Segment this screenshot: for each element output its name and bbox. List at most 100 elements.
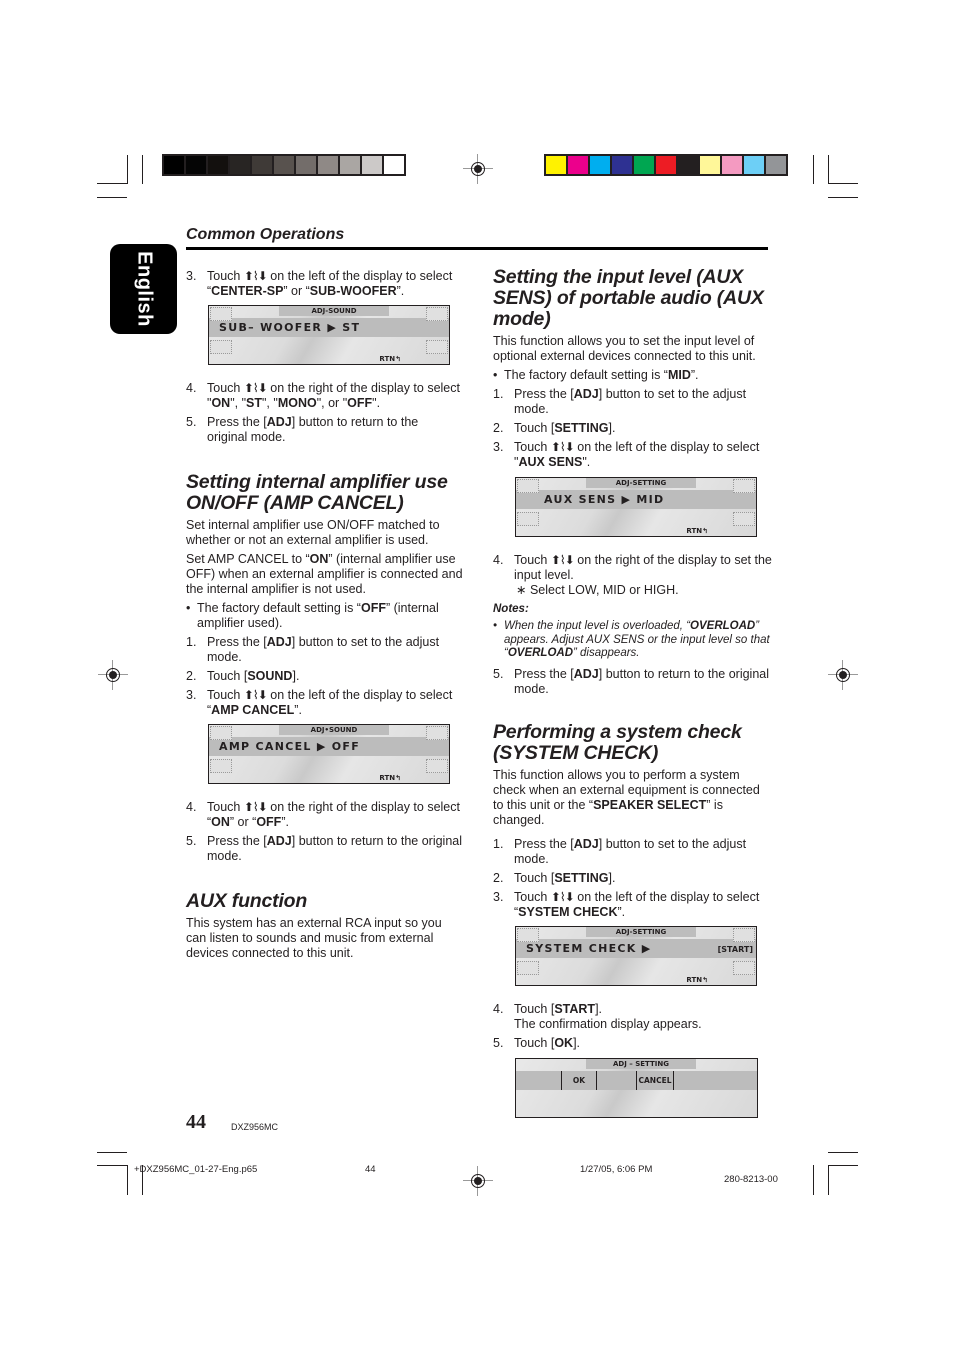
color-swatch bbox=[634, 156, 654, 174]
step: 2. Touch [SETTING]. bbox=[493, 871, 616, 885]
step-5-return: 5. Press the [ADJ] button to return to th… bbox=[186, 415, 419, 444]
color-swatch bbox=[568, 156, 588, 174]
heading-aux-sens: Setting the input level (AUX SENS) of po… bbox=[493, 266, 764, 330]
touch-up-scroll-down-icon: ⬆⌇⬇ bbox=[550, 553, 575, 567]
color-swatch bbox=[362, 156, 382, 174]
color-swatch bbox=[612, 156, 632, 174]
lcd-main-text: AMP CANCEL ▶ OFF bbox=[219, 740, 361, 753]
lcd-display-amp-cancel: ADJ•SOUND AMP CANCEL ▶ OFF RTN↰ bbox=[208, 724, 450, 784]
step: 3. Touch ⬆⌇⬇ on the left of the display t… bbox=[493, 440, 760, 469]
color-swatch bbox=[384, 156, 404, 174]
heading-aux-function: AUX function bbox=[186, 890, 308, 912]
lcd-return-button[interactable]: RTN↰ bbox=[379, 355, 401, 363]
amp-cancel-section: Setting internal amplifier use ON/OFF (A… bbox=[186, 472, 464, 718]
crop-mark bbox=[828, 1152, 858, 1153]
crop-mark bbox=[828, 155, 829, 184]
left-steps-after-lcd1: 4. Touch ⬆⌇⬇ on the right of the display … bbox=[186, 381, 461, 445]
paragraph: Set AMP CANCEL to “ON” (internal amplifi… bbox=[186, 552, 463, 596]
color-swatch bbox=[766, 156, 786, 174]
notes-title: Notes: bbox=[493, 603, 529, 615]
heading-amp-cancel: Setting internal amplifier use ON/OFF (A… bbox=[186, 471, 448, 514]
aux-sens-section: Setting the input level (AUX SENS) of po… bbox=[493, 267, 773, 470]
color-swatch bbox=[318, 156, 338, 174]
color-swatch bbox=[252, 156, 272, 174]
step-3-speaker: 3. Touch ⬆⌇⬇ on the left of the display t… bbox=[186, 269, 453, 298]
lcd-main-text: AUX SENS ▶ MID bbox=[544, 493, 665, 506]
color-swatch bbox=[656, 156, 676, 174]
heading-system-check: Performing a system check (SYSTEM CHECK) bbox=[493, 721, 742, 764]
model-name: DXZ956MC bbox=[231, 1122, 279, 1132]
lcd-main-text: SYSTEM CHECK ▶ bbox=[526, 942, 652, 955]
lcd-cancel-button[interactable]: CANCEL bbox=[636, 1071, 674, 1090]
system-check-steps: 4. Touch [START]. The confirmation display… bbox=[493, 1002, 773, 1051]
lcd-header: ADJ-SETTING bbox=[586, 927, 696, 937]
lcd-header: ADJ-SETTING bbox=[586, 478, 696, 488]
step: 2. Touch [SOUND]. bbox=[186, 669, 300, 683]
crop-mark bbox=[97, 1165, 127, 1166]
file-name: +DXZ956MC_01-27-Eng.p65 bbox=[134, 1164, 258, 1175]
lcd-return-button[interactable]: RTN↰ bbox=[686, 976, 708, 984]
lcd-header: ADJ – SETTING bbox=[586, 1059, 696, 1069]
color-swatch bbox=[700, 156, 720, 174]
lcd-start-button[interactable]: [START] bbox=[718, 945, 753, 954]
header-rule bbox=[186, 247, 768, 250]
crop-mark bbox=[813, 1165, 814, 1195]
language-tab-label: English bbox=[133, 251, 155, 327]
crop-mark bbox=[828, 197, 858, 198]
step: 1. Press the [ADJ] button to set to the a… bbox=[186, 635, 440, 664]
registration-mark-icon bbox=[98, 660, 128, 690]
registration-mark-icon bbox=[828, 660, 858, 690]
registration-mark-icon bbox=[463, 1166, 493, 1196]
step: 5. Touch [OK]. bbox=[493, 1036, 581, 1050]
crop-mark bbox=[97, 1152, 127, 1153]
left-column: 3. Touch ⬆⌇⬇ on the left of the display t… bbox=[186, 269, 461, 299]
bullet-default: • The factory default setting is “MID”. bbox=[493, 368, 699, 382]
file-page: 44 bbox=[365, 1164, 376, 1175]
crop-mark bbox=[828, 1165, 829, 1195]
lcd-display-aux-sens: ADJ-SETTING AUX SENS ▶ MID RTN↰ bbox=[515, 477, 757, 537]
section-title: Common Operations bbox=[186, 226, 345, 243]
step: 3. Touch ⬆⌇⬇ on the left of the display t… bbox=[186, 688, 453, 717]
color-swatch bbox=[186, 156, 206, 174]
color-swatch bbox=[230, 156, 250, 174]
lcd-main-text: SUB– WOOFER ▶ ST bbox=[219, 321, 361, 334]
step: 4. Touch ⬆⌇⬇ on the right of the display … bbox=[493, 553, 772, 597]
crop-mark bbox=[97, 183, 127, 184]
step: 2. Touch [SETTING]. bbox=[493, 421, 616, 435]
color-swatch bbox=[208, 156, 228, 174]
touch-up-scroll-down-icon: ⬆⌇⬇ bbox=[243, 800, 268, 814]
step: 1. Press the [ADJ] button to set to the a… bbox=[493, 387, 747, 416]
crop-mark bbox=[97, 197, 127, 198]
crop-mark bbox=[127, 155, 128, 184]
paragraph: Set internal amplifier use ON/OFF matche… bbox=[186, 518, 440, 547]
registration-mark-icon bbox=[463, 154, 493, 184]
lcd-header: ADJ-SOUND bbox=[279, 306, 389, 316]
color-swatch bbox=[722, 156, 742, 174]
touch-up-scroll-down-icon: ⬆⌇⬇ bbox=[243, 381, 268, 395]
page-number: 44 bbox=[186, 1111, 206, 1133]
paragraph: This function allows you to set the inpu… bbox=[493, 334, 756, 363]
crop-mark bbox=[828, 183, 858, 184]
lcd-return-button[interactable]: RTN↰ bbox=[686, 527, 708, 535]
step: 4. Touch ⬆⌇⬇ on the right of the display … bbox=[186, 800, 460, 829]
color-swatch bbox=[164, 156, 184, 174]
step: 4. Touch [START]. The confirmation display… bbox=[493, 1002, 702, 1031]
grayscale-calibration-bar bbox=[162, 154, 406, 176]
color-calibration-bar bbox=[544, 154, 788, 176]
color-swatch bbox=[546, 156, 566, 174]
note: • When the input level is overloaded, “OV… bbox=[493, 620, 770, 659]
color-swatch bbox=[274, 156, 294, 174]
color-swatch bbox=[590, 156, 610, 174]
touch-up-scroll-down-icon: ⬆⌇⬇ bbox=[243, 269, 268, 283]
color-swatch bbox=[340, 156, 360, 174]
step: 5. Press the [ADJ] button to return to th… bbox=[186, 834, 463, 863]
aux-sens-steps: 4. Touch ⬆⌇⬇ on the right of the display … bbox=[493, 553, 773, 697]
color-swatch bbox=[744, 156, 764, 174]
lcd-header: ADJ•SOUND bbox=[279, 725, 389, 735]
paragraph: This system has an external RCA input so… bbox=[186, 916, 442, 960]
lcd-return-button[interactable]: RTN↰ bbox=[379, 774, 401, 782]
lcd-display-system-check: ADJ-SETTING SYSTEM CHECK ▶ [START] RTN↰ bbox=[515, 926, 757, 986]
color-swatch bbox=[296, 156, 316, 174]
lcd-ok-button[interactable]: OK bbox=[561, 1071, 597, 1090]
touch-up-scroll-down-icon: ⬆⌇⬇ bbox=[550, 890, 575, 904]
